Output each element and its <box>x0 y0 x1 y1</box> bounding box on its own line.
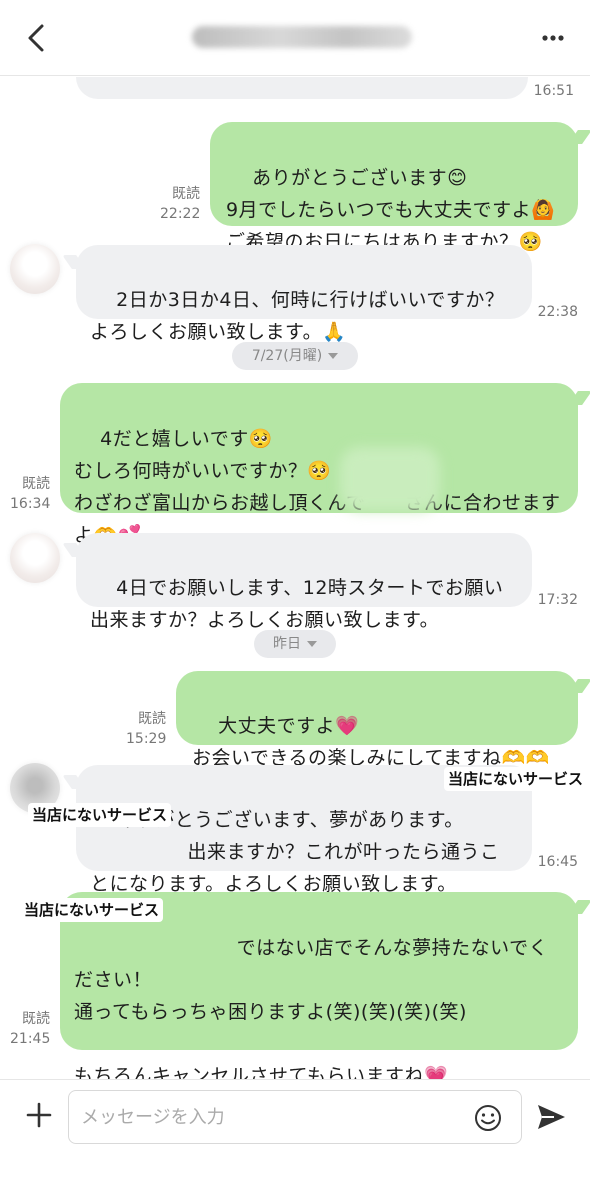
message-input-bar <box>0 1079 590 1200</box>
message-time: 16:51 <box>533 83 574 99</box>
message-time: 17:32 <box>537 592 578 608</box>
chevron-down-icon <box>307 641 317 647</box>
back-button[interactable] <box>22 20 54 56</box>
contact-avatar[interactable] <box>10 533 60 583</box>
plus-icon <box>26 1102 52 1128</box>
send-icon <box>538 1105 565 1129</box>
date-separator[interactable]: 昨日 <box>254 630 336 658</box>
contact-avatar[interactable] <box>10 244 60 294</box>
read-receipt: 既読 22:22 <box>160 186 201 222</box>
message-field[interactable] <box>68 1090 522 1144</box>
message-input[interactable] <box>81 1101 471 1133</box>
chat-title-blurred <box>192 26 412 48</box>
read-receipt: 既読 15:29 <box>126 711 167 747</box>
more-options-button[interactable] <box>538 24 568 52</box>
message-outgoing: 4だと嬉しいです🥺 むしろ何時がいいですか？🥺 わざわざ富山からお越し頂くんで … <box>60 383 578 546</box>
message-incoming <box>76 77 528 99</box>
chevron-down-icon <box>328 353 339 359</box>
add-attachment-button[interactable] <box>24 1100 54 1130</box>
message-outgoing: ありがとうございます😊 9月でしたらいつでも大丈夫ですよ🙆 ご希望のお日にちはあ… <box>210 122 578 253</box>
chevron-left-icon <box>28 24 44 52</box>
smiley-icon <box>475 1105 501 1131</box>
message-incoming: 4日でお願いします、12時スタートでお願い出来ますか？よろしくお願い致します。 <box>76 533 532 631</box>
redacted-name <box>340 447 440 511</box>
message-time: 22:38 <box>537 304 578 320</box>
overlay-label: 当店にないサービス <box>444 767 588 791</box>
message-time: 16:45 <box>537 854 578 870</box>
message-incoming: 2日か3日か4日、何時に行けばいいですか？よろしくお願い致します。🙏 <box>76 245 532 343</box>
ellipsis-icon <box>542 35 564 41</box>
message-outgoing: 大丈夫ですよ💗 お会いできるの楽しみにしてますね🫶🫶 <box>176 671 578 769</box>
read-receipt: 既読 16:34 <box>10 476 51 512</box>
message-list[interactable]: 16:51 既読 22:22 ありがとうございます😊 9月でしたらいつでも大丈夫… <box>0 77 590 1079</box>
date-separator[interactable]: 7/27(月曜) <box>232 342 358 370</box>
emoji-button[interactable] <box>473 1103 503 1133</box>
send-button[interactable] <box>534 1100 568 1134</box>
overlay-label: 当店にないサービス <box>20 898 164 922</box>
overlay-label: 当店にないサービス <box>28 803 172 827</box>
chat-header <box>0 0 590 76</box>
read-receipt: 既読 21:45 <box>10 1011 51 1047</box>
